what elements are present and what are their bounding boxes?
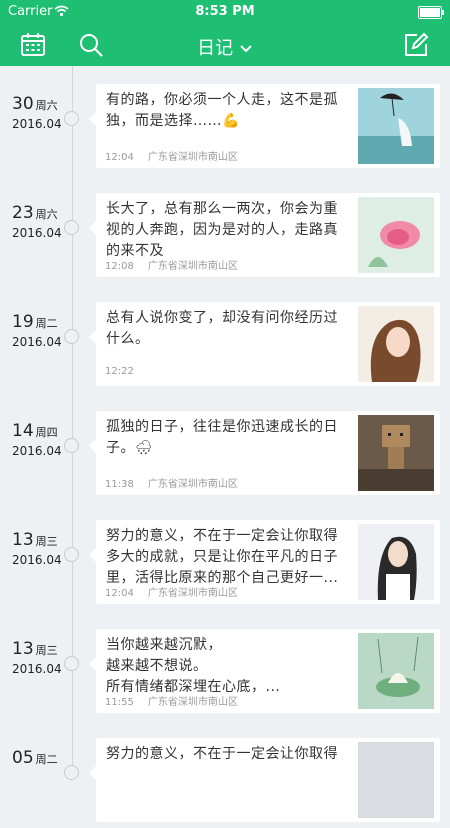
entry-weekday: 周六 [35,99,58,112]
diary-entry[interactable]: 23 周六 2016.04 长大了，总有那么一两次，你会为重视的人奔跑，因为是对的… [0,187,450,283]
entry-text: 长大了，总有那么一两次，你会为重视的人奔跑，因为是对的人，走路真的来不及 [106,201,338,259]
entry-meta: 11:38 广东省深圳市南山区 [105,475,238,490]
entry-card[interactable]: 长大了，总有那么一两次，你会为重视的人奔跑，因为是对的人，走路真的来不及 12:… [89,193,440,277]
entry-weekday: 周二 [35,317,58,330]
entry-weekday: 周六 [35,208,58,221]
entry-location: 广东省深圳市南山区 [147,479,238,490]
timeline-dot [64,547,79,562]
entry-year-month: 2016.04 [12,117,62,131]
entry-time: 12:04 [105,588,134,599]
entry-day: 14 周四 [12,421,58,441]
entry-location: 广东省深圳市南山区 [147,152,238,163]
entry-weekday: 周四 [35,426,58,439]
diary-entry[interactable]: 30 周六 2016.04 有的路，你必须一个人走，这不是孤独，而是选择……💪 1… [0,78,450,174]
entry-year-month: 2016.04 [12,444,62,458]
entry-time: 12:04 [105,152,134,163]
entry-thumbnail [358,306,434,382]
entry-weekday: 周三 [35,644,58,657]
entry-meta: 12:04 广东省深圳市南山区 [105,584,238,599]
entry-location: 广东省深圳市南山区 [147,697,238,708]
nav-title-label: 日记 [197,38,234,59]
entry-time: 12:22 [105,366,134,377]
entry-location: 广东省深圳市南山区 [147,588,238,599]
battery-icon [418,6,444,19]
nav-title[interactable]: 日记 [0,34,450,60]
entry-text: 当你越来越沉默， 越来越不想说。 所有情绪都深埋在心底，... [106,637,281,695]
entry-day: 05 周二 [12,748,58,768]
entry-year-month: 2016.04 [12,335,62,349]
timeline-dot [64,438,79,453]
entry-card[interactable]: 努力的意义，不在于一定会让你取得 [89,738,440,822]
entry-thumbnail [358,197,434,273]
entry-card[interactable]: 总有人说你变了，却没有问你经历过什么。 12:22 [89,302,440,386]
timeline-dot [64,111,79,126]
entry-text: 有的路，你必须一个人走，这不是孤独，而是选择……💪 [106,92,338,129]
top-bar: Carrier 8:53 PM 日记 [0,0,450,66]
entry-card[interactable]: 努力的意义，不在于一定会让你取得多大的成就，只是让你在平凡的日子里，活得比原来的… [89,520,440,604]
nav-bar: 日记 [0,26,450,66]
diary-entry[interactable]: 13 周三 2016.04 当你越来越沉默， 越来越不想说。 所有情绪都深埋在心底… [0,623,450,719]
entry-time: 12:08 [105,261,134,272]
entry-weekday: 周三 [35,535,58,548]
clock: 8:53 PM [195,4,255,19]
entry-meta: 12:22 [105,366,148,377]
entry-thumbnail [358,415,434,491]
entry-thumbnail [358,524,434,600]
entry-text: 努力的意义，不在于一定会让你取得 [106,746,338,762]
timeline-dot [64,765,79,780]
entry-text: 总有人说你变了，却没有问你经历过什么。 [106,310,338,347]
chevron-down-icon [240,45,252,53]
diary-entry[interactable]: 13 周三 2016.04 努力的意义，不在于一定会让你取得多大的成就，只是让你在… [0,514,450,610]
entry-day: 30 周六 [12,94,58,114]
diary-entry[interactable]: 05 周二 努力的意义，不在于一定会让你取得 [0,732,450,828]
entry-day: 13 周三 [12,639,58,659]
diary-entry[interactable]: 14 周四 2016.04 孤独的日子，往往是你迅速成长的日子。🌧 11:38 广东… [0,405,450,501]
entry-text: 孤独的日子，往往是你迅速成长的日子。🌧 [106,419,338,456]
entry-meta: 11:55 广东省深圳市南山区 [105,693,238,708]
timeline-dot [64,329,79,344]
entry-location: 广东省深圳市南山区 [147,261,238,272]
entry-day: 19 周二 [12,312,58,332]
edit-icon[interactable] [403,32,429,58]
status-bar: Carrier 8:53 PM [0,0,450,24]
entry-thumbnail [358,88,434,164]
entry-year-month: 2016.04 [12,662,62,676]
timeline-dot [64,656,79,671]
entry-card[interactable]: 有的路，你必须一个人走，这不是孤独，而是选择……💪 12:04 广东省深圳市南山区 [89,84,440,168]
entry-card[interactable]: 孤独的日子，往往是你迅速成长的日子。🌧 11:38 广东省深圳市南山区 [89,411,440,495]
entry-day: 13 周三 [12,530,58,550]
entry-year-month: 2016.04 [12,226,62,240]
timeline-dot [64,220,79,235]
entry-meta: 12:08 广东省深圳市南山区 [105,257,238,272]
entry-time: 11:38 [105,479,134,490]
entry-year-month: 2016.04 [12,553,62,567]
diary-entry[interactable]: 19 周二 2016.04 总有人说你变了，却没有问你经历过什么。 12:22 [0,296,450,392]
entry-card[interactable]: 当你越来越沉默， 越来越不想说。 所有情绪都深埋在心底，... 11:55 广东省… [89,629,440,713]
entry-thumbnail [358,633,434,709]
entry-thumbnail [358,742,434,818]
entry-day: 23 周六 [12,203,58,223]
entry-weekday: 周二 [35,753,58,766]
entry-time: 11:55 [105,697,134,708]
entry-meta: 12:04 广东省深圳市南山区 [105,148,238,163]
entry-text: 努力的意义，不在于一定会让你取得多大的成就，只是让你在平凡的日子里，活得比原来的… [106,528,339,586]
